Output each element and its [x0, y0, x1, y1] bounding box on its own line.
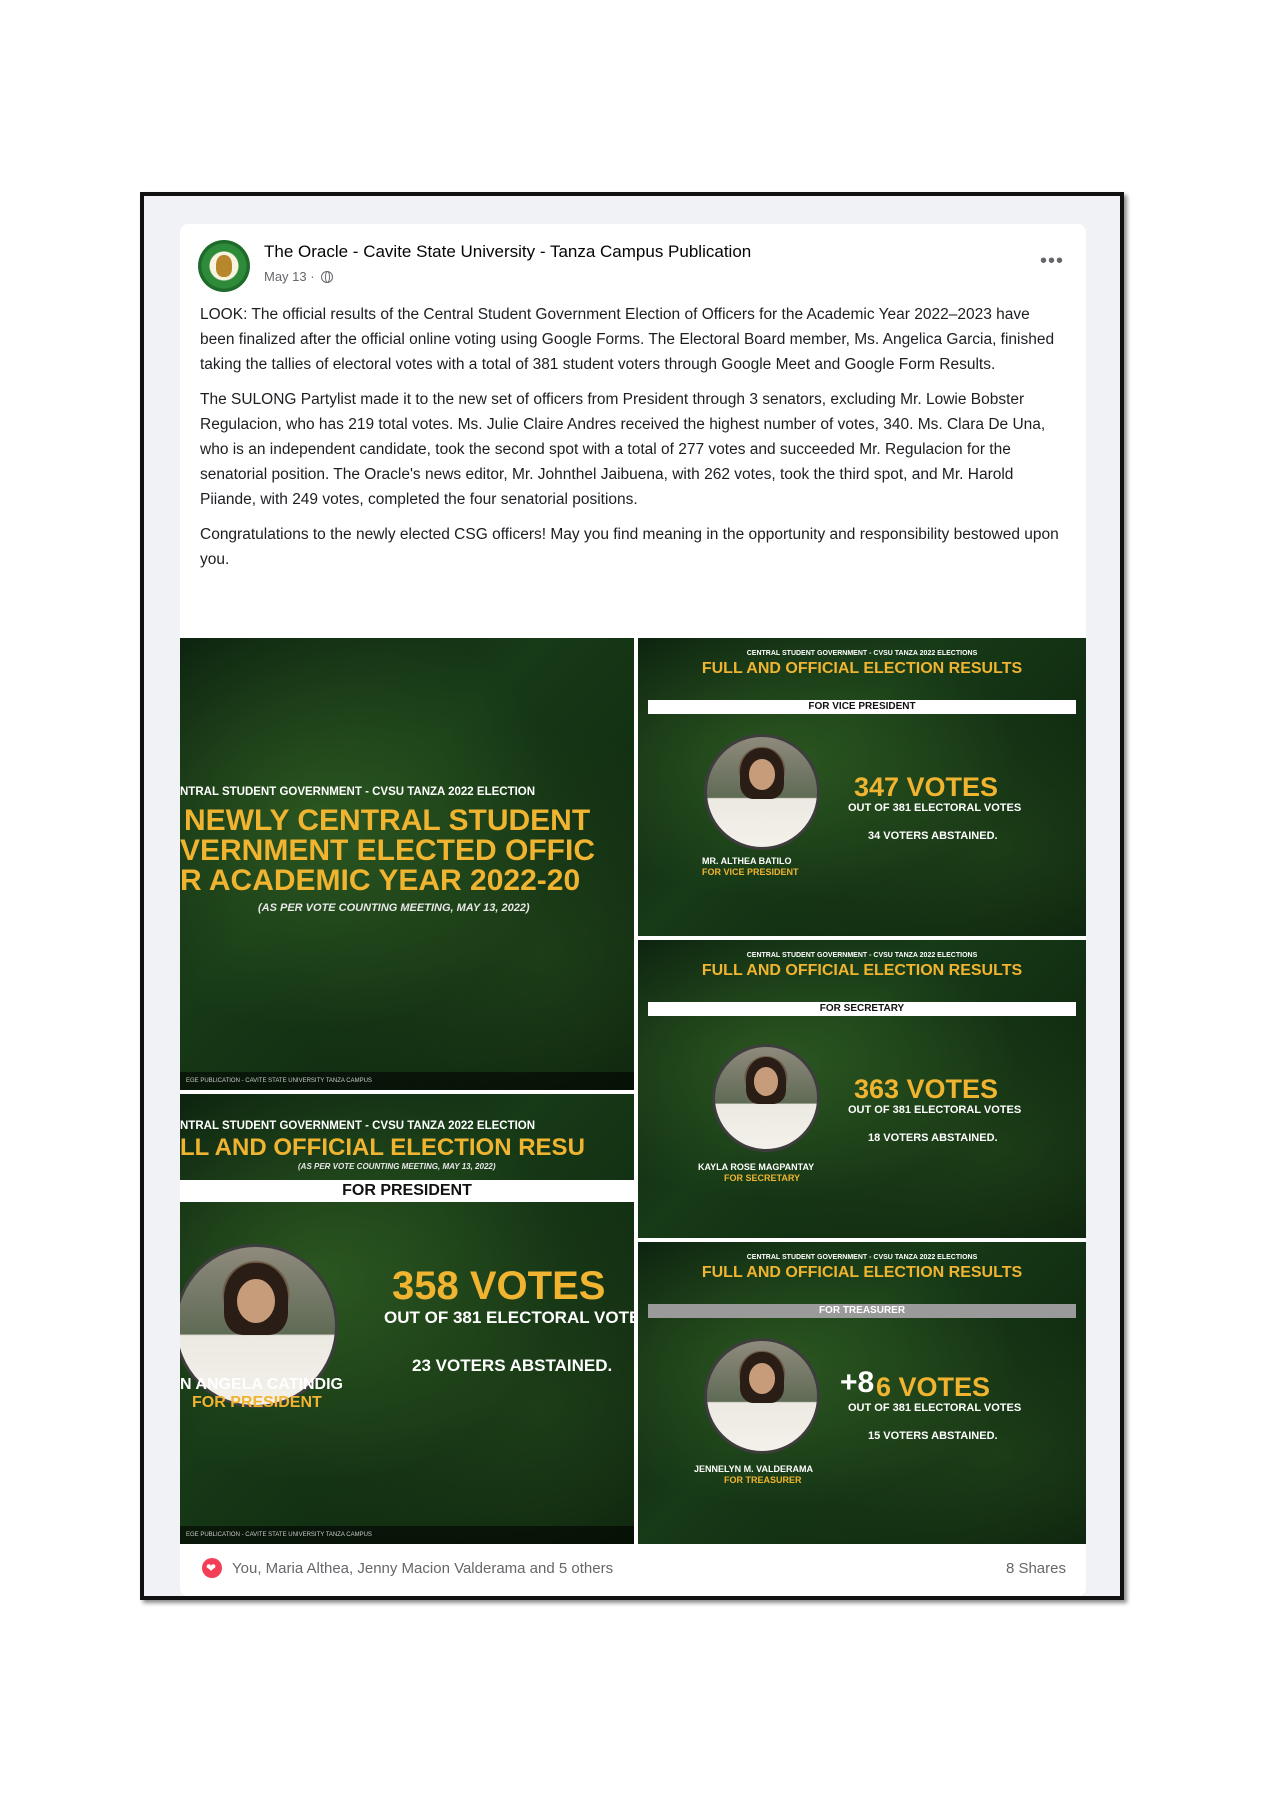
- post-footer: You, Maria Althea, Jenny Macion Valderam…: [180, 1554, 1086, 1584]
- tile-title-line3: R ACADEMIC YEAR 2022-20: [180, 864, 581, 897]
- candidate-role: FOR VICE PRESIDENT: [702, 867, 799, 877]
- candidate-photo: [704, 734, 820, 850]
- position-banner: FOR TREASURER: [648, 1304, 1076, 1318]
- more-options-icon[interactable]: •••: [1040, 250, 1064, 273]
- page-name-link[interactable]: The Oracle - Cavite State University - T…: [264, 242, 751, 262]
- post-header: The Oracle - Cavite State University - T…: [198, 238, 1068, 292]
- candidate-role: FOR TREASURER: [724, 1475, 802, 1485]
- tile-kicker: NTRAL STUDENT GOVERNMENT - CVSU TANZA 20…: [180, 1120, 536, 1132]
- tile-footer: EGE PUBLICATION - CAVITE STATE UNIVERSIT…: [180, 1526, 634, 1544]
- post-paragraph: The SULONG Partylist made it to the new …: [200, 391, 1046, 508]
- vote-count: 6 VOTES: [876, 1372, 991, 1402]
- tile-headline: LL AND OFFICIAL ELECTION RESU: [180, 1134, 585, 1161]
- tile-title-line1: NEWLY CENTRAL STUDENT: [184, 804, 591, 837]
- candidate-role: FOR SECRETARY: [724, 1173, 801, 1183]
- vote-total: OUT OF 381 ELECTORAL VOTES: [848, 802, 1022, 814]
- logo-emblem-icon: [216, 255, 232, 277]
- tile-title-line2: VERNMENT ELECTED OFFIC: [180, 834, 596, 867]
- photo-gallery: NTRAL STUDENT GOVERNMENT - CVSU TANZA 20…: [180, 638, 1086, 1544]
- vote-count: 347 VOTES: [854, 772, 999, 802]
- abstained-count: 15 VOTERS ABSTAINED.: [868, 1430, 998, 1442]
- candidate-photo: [712, 1044, 820, 1152]
- photo-tile-vice-president[interactable]: CENTRAL STUDENT GOVERNMENT - CVSU TANZA …: [638, 638, 1086, 936]
- post-paragraph: LOOK: The official results of the Centra…: [200, 306, 1055, 373]
- tile-note: (AS PER VOTE COUNTING MEETING, MAY 13, 2…: [258, 902, 530, 914]
- candidate-name: KAYLA ROSE MAGPANTAY: [698, 1162, 815, 1172]
- vote-total: OUT OF 381 ELECTORAL VOTES: [384, 1308, 634, 1327]
- candidate-name: MR. ALTHEA BATILO: [702, 856, 792, 866]
- candidate-name: N ANGELA CATINDIG: [180, 1376, 343, 1393]
- more-photos-count[interactable]: +8: [840, 1366, 874, 1400]
- love-reaction-icon[interactable]: [202, 1558, 222, 1578]
- shares-count[interactable]: 8 Shares: [1006, 1560, 1066, 1577]
- photo-tile-treasurer[interactable]: CENTRAL STUDENT GOVERNMENT - CVSU TANZA …: [638, 1242, 1086, 1544]
- candidate-photo: [704, 1338, 820, 1454]
- post-meta: May 13 ·: [264, 269, 333, 284]
- tile-kicker: NTRAL STUDENT GOVERNMENT - CVSU TANZA 20…: [180, 786, 536, 798]
- position-banner: FOR PRESIDENT: [180, 1180, 634, 1202]
- abstained-count: 23 VOTERS ABSTAINED.: [412, 1356, 613, 1375]
- post-date[interactable]: May 13 ·: [264, 269, 315, 284]
- screenshot-frame: The Oracle - Cavite State University - T…: [140, 192, 1124, 1600]
- photo-tile-title[interactable]: NTRAL STUDENT GOVERNMENT - CVSU TANZA 20…: [180, 638, 634, 1090]
- public-globe-icon: [320, 270, 333, 283]
- tile-kicker: CENTRAL STUDENT GOVERNMENT - CVSU TANZA …: [746, 1254, 978, 1261]
- photo-tile-secretary[interactable]: CENTRAL STUDENT GOVERNMENT - CVSU TANZA …: [638, 940, 1086, 1238]
- vote-total: OUT OF 381 ELECTORAL VOTES: [848, 1402, 1022, 1414]
- page-avatar[interactable]: [198, 240, 250, 292]
- abstained-count: 18 VOTERS ABSTAINED.: [868, 1132, 998, 1144]
- abstained-count: 34 VOTERS ABSTAINED.: [868, 830, 998, 842]
- candidate-name: JENNELYN M. VALDERAMA: [694, 1464, 814, 1474]
- tile-headline: FULL AND OFFICIAL ELECTION RESULTS: [701, 1264, 1023, 1281]
- post-body: LOOK: The official results of the Centra…: [200, 302, 1060, 582]
- vote-total: OUT OF 381 ELECTORAL VOTES: [848, 1104, 1022, 1116]
- tile-kicker: CENTRAL STUDENT GOVERNMENT - CVSU TANZA …: [746, 952, 978, 959]
- tile-note: (AS PER VOTE COUNTING MEETING, MAY 13, 2…: [298, 1162, 496, 1171]
- photo-tile-president[interactable]: NTRAL STUDENT GOVERNMENT - CVSU TANZA 20…: [180, 1094, 634, 1544]
- reactions-summary[interactable]: You, Maria Althea, Jenny Macion Valderam…: [232, 1560, 613, 1577]
- tile-footer: EGE PUBLICATION - CAVITE STATE UNIVERSIT…: [180, 1072, 634, 1090]
- tile-headline: FULL AND OFFICIAL ELECTION RESULTS: [701, 962, 1023, 979]
- tile-headline: FULL AND OFFICIAL ELECTION RESULTS: [701, 660, 1023, 677]
- position-banner: FOR SECRETARY: [648, 1002, 1076, 1016]
- position-banner: FOR VICE PRESIDENT: [648, 700, 1076, 714]
- facebook-post: The Oracle - Cavite State University - T…: [180, 224, 1086, 1596]
- vote-count: 363 VOTES: [854, 1074, 999, 1104]
- post-paragraph: Congratulations to the newly elected CSG…: [200, 526, 1059, 568]
- candidate-role: FOR PRESIDENT: [192, 1394, 322, 1411]
- tile-kicker: CENTRAL STUDENT GOVERNMENT - CVSU TANZA …: [746, 650, 978, 657]
- vote-count: 358 VOTES: [392, 1264, 606, 1308]
